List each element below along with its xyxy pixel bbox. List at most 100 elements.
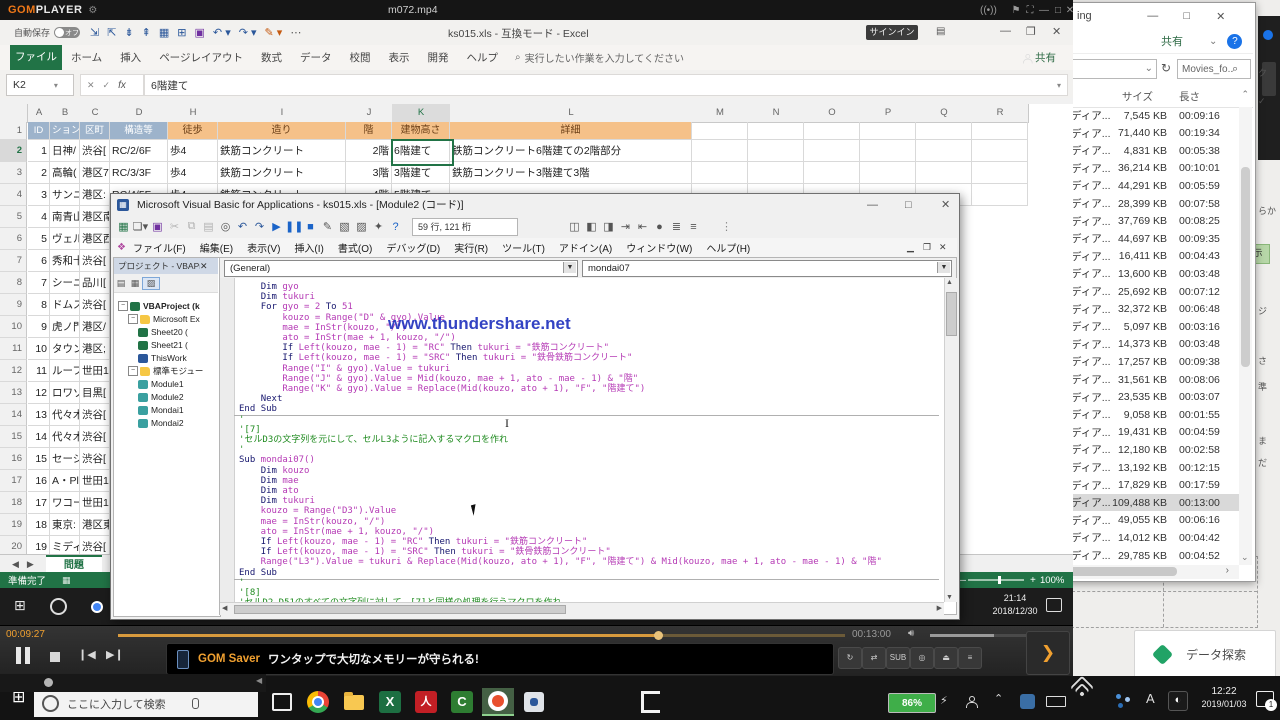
header-cell-B[interactable]: ション xyxy=(50,122,80,140)
chevron-down-icon[interactable]: ▾ xyxy=(1057,81,1061,90)
tree-item-Module2[interactable]: Module2 xyxy=(138,391,184,403)
cell-H2[interactable]: 歩4 xyxy=(168,140,218,162)
code-editor[interactable]: Dim gyo Dim tukuri For gyo = 2 To 51 kou… xyxy=(234,278,944,602)
cell-D3[interactable]: RC/3/3F xyxy=(110,162,168,184)
eject-button[interactable]: ⏏ xyxy=(934,647,958,669)
header-cell-J[interactable]: 階 xyxy=(346,122,392,140)
column-header-H[interactable]: H xyxy=(168,104,219,123)
code-line-19[interactable]: Dim mae xyxy=(239,476,299,486)
signin-button[interactable]: サインイン xyxy=(866,25,918,40)
chevron-down-icon[interactable]: ▼ xyxy=(937,262,950,273)
cell-A7[interactable]: 6 xyxy=(28,250,50,272)
zoom-slider-knob[interactable] xyxy=(998,576,1001,584)
cell-A5[interactable]: 4 xyxy=(28,206,50,228)
cell-J3[interactable]: 3階 xyxy=(346,162,392,184)
column-header-P[interactable]: P xyxy=(860,104,917,123)
cell-C2[interactable]: 渋谷[ xyxy=(80,140,110,162)
header-cell-M[interactable] xyxy=(692,122,748,140)
cell-C9[interactable]: 渋谷[ xyxy=(80,294,110,316)
column-header-R[interactable]: R xyxy=(972,104,1029,123)
column-header-I[interactable]: I xyxy=(218,104,347,123)
name-box[interactable]: K2 ▾ xyxy=(6,74,74,96)
find-icon[interactable]: ◎ xyxy=(217,220,234,233)
refresh-icon[interactable]: ↻ xyxy=(1161,61,1171,75)
tab-3[interactable]: 数式 xyxy=(252,50,291,65)
header-cell-P[interactable] xyxy=(860,122,916,140)
bluetooth-dots-icon[interactable] xyxy=(1116,694,1130,708)
file-row-24[interactable]: ディア...14,012 KB00:04:42 xyxy=(1067,529,1239,546)
help-icon[interactable]: ? xyxy=(1227,34,1242,49)
scrollbar-thumb[interactable] xyxy=(1067,567,1177,576)
cell-A4[interactable]: 3 xyxy=(28,184,50,206)
ribbon-display-icon[interactable]: ▤ xyxy=(936,26,945,37)
tree-item-Microsoft-Ex[interactable]: −Microsoft Ex xyxy=(128,313,200,325)
code-line-4[interactable]: mae = InStr(kouzo, "/") xyxy=(239,323,407,333)
pause-button[interactable] xyxy=(16,647,32,665)
tab-8[interactable]: ヘルプ xyxy=(457,50,507,65)
row-number-2[interactable]: 2 xyxy=(0,140,27,162)
explorer-titlebar[interactable]: ing — □ ✕ xyxy=(1065,3,1253,29)
code-line-20[interactable]: Dim ato xyxy=(239,486,299,496)
cell-B5[interactable]: 南青山 xyxy=(50,206,80,228)
close-icon[interactable]: ✕ xyxy=(941,198,950,211)
toolbar-options-icon[interactable]: ⋮ xyxy=(718,220,735,233)
fx-icon[interactable]: fx xyxy=(118,80,126,91)
header-cell-O[interactable] xyxy=(804,122,860,140)
child-close-icon[interactable]: ✕ xyxy=(939,242,947,253)
cell-C10[interactable]: 港区/ xyxy=(80,316,110,338)
data-explore-button[interactable]: データ探索 xyxy=(1134,630,1276,678)
close-icon[interactable]: ✕ xyxy=(1062,5,1078,16)
cell-D2[interactable]: RC/2/6F xyxy=(110,140,168,162)
header-cell-D[interactable]: 構造等 xyxy=(110,122,168,140)
file-row-18[interactable]: ディア...19,431 KB00:04:59 xyxy=(1067,424,1239,441)
cell-C11[interactable]: 港区; xyxy=(80,338,110,360)
column-header-Q[interactable]: Q xyxy=(916,104,973,123)
run-icon[interactable]: ▶ xyxy=(268,220,285,233)
menu-4[interactable]: 書式(O) xyxy=(331,240,379,255)
playlist-panel-button[interactable]: ❯ xyxy=(1026,631,1070,675)
code-line-9[interactable]: Range("J" & gyo).Value = Mid(kouzo, mae … xyxy=(239,374,638,384)
zoom-slider[interactable] xyxy=(968,579,1024,581)
cell-B11[interactable]: タウン xyxy=(50,338,80,360)
view-object-icon[interactable]: ▦ xyxy=(128,278,142,289)
procedure-dropdown[interactable]: mondai07 ▼ xyxy=(582,260,952,277)
row-number-6[interactable]: 6 xyxy=(0,228,27,250)
collapse-left-icon[interactable]: ◀ xyxy=(256,676,262,685)
code-line-26[interactable]: If Left(kouzo, mae - 1) = "SRC" Then tuk… xyxy=(239,547,611,557)
clock[interactable]: 12:22 2019/01/03 xyxy=(1198,686,1250,711)
search-icon[interactable]: ⌕ xyxy=(1232,63,1238,76)
code-line-7[interactable]: If Left(kouzo, mae - 1) = "SRC" Then tuk… xyxy=(239,353,632,363)
file-row-3[interactable]: ディア...36,214 KB00:10:01 xyxy=(1067,160,1239,177)
cell-B2[interactable]: 日神/ xyxy=(50,140,80,162)
row-number-15[interactable]: 15 xyxy=(0,426,27,448)
accessibility-icon[interactable]: ▦ xyxy=(62,575,71,586)
cell-B9[interactable]: ドムス xyxy=(50,294,80,316)
toggle-bookmark-icon[interactable]: ◨ xyxy=(600,220,617,233)
quick-info-icon[interactable]: ≡ xyxy=(685,221,702,233)
cell-B8[interactable]: シーニ xyxy=(50,272,80,294)
vba-titlebar[interactable]: ▦ Microsoft Visual Basic for Application… xyxy=(111,194,957,215)
view-code-icon[interactable]: ▤ xyxy=(114,278,128,289)
column-header-M[interactable]: M xyxy=(692,104,749,123)
video-content[interactable]: 自動保存 オフ ⇲ ⇱ ⇟ ⇞ ▦ ⊞ ▣ ↶ ▾ ↷ ▾ ✎ ▾ ⋯ ks01… xyxy=(0,20,1073,625)
cell-B4[interactable]: サンニ xyxy=(50,184,80,206)
tree-item-Sheet20-[interactable]: Sheet20 ( xyxy=(138,326,188,338)
redo-icon[interactable]: ↷ ▾ xyxy=(239,26,257,39)
tab-5[interactable]: 校閲 xyxy=(340,50,379,65)
menu-3[interactable]: 挿入(I) xyxy=(287,240,330,255)
design-mode-icon[interactable]: ✎ xyxy=(319,220,336,233)
column-header-C[interactable]: C xyxy=(80,104,111,123)
cell-A10[interactable]: 9 xyxy=(28,316,50,338)
tab-2[interactable]: ページレイアウト xyxy=(150,50,252,65)
column-header-length[interactable]: 長さ xyxy=(1179,89,1200,104)
tab-7[interactable]: 開発 xyxy=(418,50,457,65)
row-number-1[interactable]: 1 xyxy=(0,122,27,140)
row-number-17[interactable]: 17 xyxy=(0,470,27,492)
cell-B12[interactable]: ルーフ xyxy=(50,360,80,382)
code-line-11[interactable]: Next xyxy=(239,394,282,404)
qat-save-icon[interactable]: ▣ xyxy=(195,26,205,39)
code-line-5[interactable]: ato = InStr(mae + 1, kouzo, "/") xyxy=(239,333,456,343)
row-number-7[interactable]: 7 xyxy=(0,250,27,272)
zoom-in-icon[interactable]: + xyxy=(1030,575,1036,586)
tree-item-Mondai1[interactable]: Mondai1 xyxy=(138,404,184,416)
